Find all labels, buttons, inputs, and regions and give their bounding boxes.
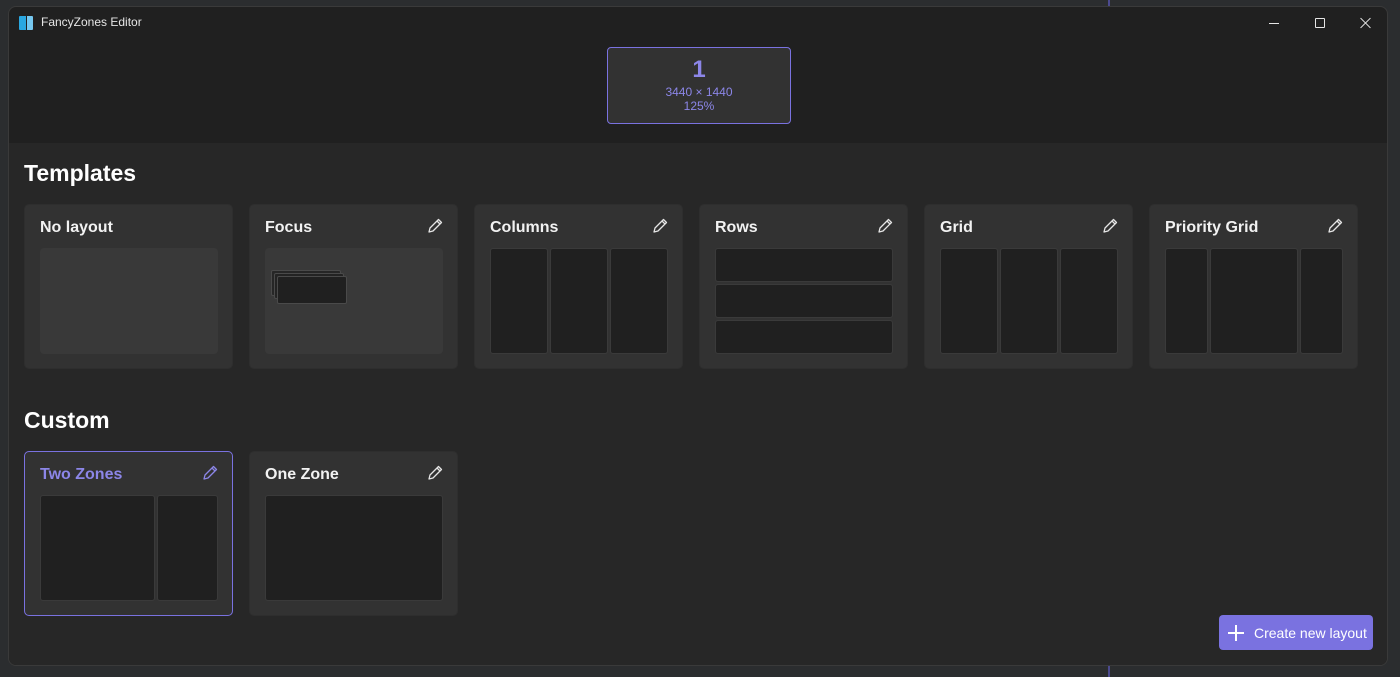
card-title: No layout (40, 219, 113, 236)
card-title: One Zone (265, 466, 339, 483)
zone (1060, 248, 1118, 354)
zone (1165, 248, 1208, 354)
zone (1300, 248, 1343, 354)
zone (490, 248, 548, 354)
custom-heading: Custom (24, 407, 110, 433)
monitor-strip: 1 3440 × 1440 125% (9, 39, 1387, 143)
card-title: Columns (490, 219, 559, 236)
template-card-priority-grid[interactable]: Priority Grid (1149, 204, 1358, 369)
custom-card-one-zone[interactable]: One Zone (249, 451, 458, 616)
window-title: FancyZones Editor (41, 15, 142, 29)
layout-preview (40, 495, 218, 601)
template-card-columns[interactable]: Columns (474, 204, 683, 369)
zone (40, 495, 155, 601)
card-title: Rows (715, 219, 758, 236)
maximize-button[interactable] (1297, 7, 1343, 39)
close-button[interactable] (1343, 7, 1387, 39)
card-title: Priority Grid (1165, 219, 1259, 236)
zone (277, 276, 347, 304)
edit-pencil-icon[interactable] (426, 217, 444, 235)
layouts-content: Templates No layout Focus Columns Rows G… (9, 143, 1387, 665)
card-title: Grid (940, 219, 973, 236)
zone (715, 320, 893, 354)
edit-pencil-icon[interactable] (426, 464, 444, 482)
layout-preview (490, 248, 668, 354)
card-title: Two Zones (40, 466, 123, 483)
zone (1210, 248, 1298, 354)
monitor-resolution: 3440 × 1440 (665, 85, 733, 99)
create-new-layout-button[interactable]: Create new layout (1219, 615, 1373, 650)
layout-preview (940, 248, 1118, 354)
create-new-layout-label: Create new layout (1254, 624, 1367, 641)
minimize-button[interactable] (1251, 7, 1297, 39)
zone (1000, 248, 1058, 354)
title-bar[interactable]: FancyZones Editor (9, 7, 1387, 39)
edit-pencil-icon[interactable] (1326, 217, 1344, 235)
zone (715, 248, 893, 282)
monitor-1-tile[interactable]: 1 3440 × 1440 125% (607, 47, 791, 124)
templates-heading: Templates (24, 160, 137, 186)
layout-preview (265, 248, 443, 354)
custom-card-two-zones[interactable]: Two Zones (24, 451, 233, 616)
minimize-icon (1269, 22, 1279, 24)
maximize-icon (1315, 18, 1325, 28)
monitor-scale: 125% (683, 99, 715, 113)
layout-preview (1165, 248, 1343, 354)
zone (715, 284, 893, 318)
close-icon (1360, 17, 1372, 29)
edit-pencil-icon[interactable] (651, 217, 669, 235)
zone (610, 248, 668, 354)
plus-icon (1228, 624, 1244, 641)
edit-pencil-icon[interactable] (876, 217, 894, 235)
edit-pencil-icon[interactable] (201, 464, 219, 482)
zone (550, 248, 608, 354)
template-card-focus[interactable]: Focus (249, 204, 458, 369)
layout-preview (265, 495, 443, 601)
monitor-number: 1 (692, 56, 706, 83)
zone (940, 248, 998, 354)
template-card-no-layout[interactable]: No layout (24, 204, 233, 369)
zone (265, 495, 443, 601)
template-card-grid[interactable]: Grid (924, 204, 1133, 369)
template-card-rows[interactable]: Rows (699, 204, 908, 369)
card-title: Focus (265, 219, 313, 236)
edit-pencil-icon[interactable] (1101, 217, 1119, 235)
layout-preview (715, 248, 893, 354)
fancyzones-editor-window: FancyZones Editor 1 3440 × 1440 125% Tem… (8, 6, 1388, 666)
layout-preview (40, 248, 218, 354)
fancyzones-app-icon (19, 16, 33, 30)
zone (157, 495, 218, 601)
